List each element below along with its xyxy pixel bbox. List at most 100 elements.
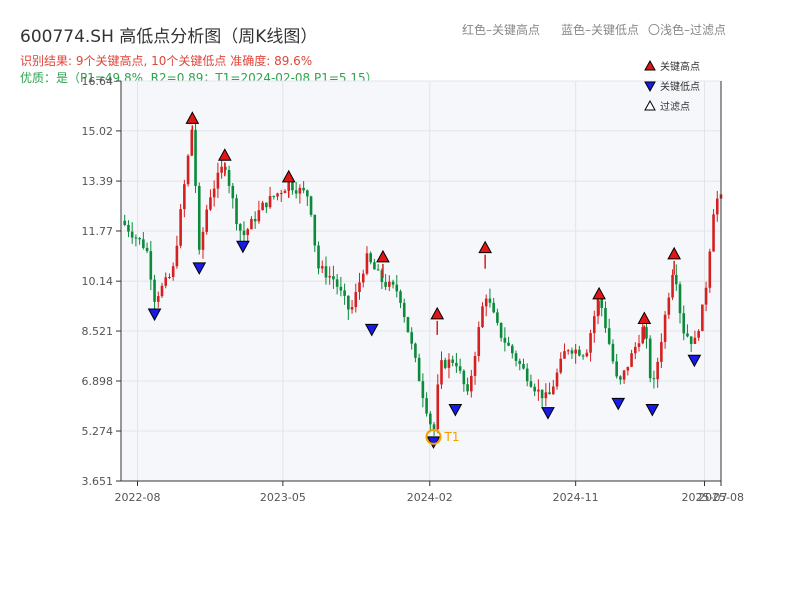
candle-body	[570, 350, 574, 354]
candle-body	[153, 279, 156, 302]
candle-body	[253, 218, 257, 222]
candle-body	[660, 341, 663, 362]
candle-body	[350, 307, 354, 310]
candle-body	[197, 185, 201, 250]
candle-body	[347, 295, 350, 310]
candle-body	[227, 169, 231, 186]
candle-body	[272, 196, 276, 198]
y-tick-label: 6.898	[82, 375, 114, 388]
candle-body	[231, 185, 235, 199]
candlestick-chart: T1 3.651 5.274 6.898 8.521 10.14 11.77 13.39 15…	[82, 59, 744, 504]
candle-body	[432, 424, 436, 430]
candle-body	[216, 172, 220, 189]
candle-body	[291, 182, 294, 191]
candle-body	[429, 413, 432, 425]
candle-body	[559, 358, 563, 373]
x-tick-label: 2024-02	[407, 491, 453, 504]
candle-body	[458, 366, 462, 371]
candle-body	[261, 202, 264, 211]
candle-body	[238, 224, 242, 231]
x-tick-label: 2025-08	[698, 491, 744, 504]
candle-body	[626, 366, 630, 371]
candle-body	[220, 166, 223, 173]
candle-body	[689, 336, 693, 344]
candle-body	[451, 359, 454, 363]
candle-body	[585, 352, 589, 357]
candle-body	[127, 224, 130, 232]
candle-body	[686, 333, 689, 337]
candle-body	[171, 266, 175, 278]
candle-body	[235, 198, 238, 225]
candle-body	[399, 291, 402, 303]
candle-body	[715, 198, 719, 215]
candle-body	[369, 253, 372, 263]
candle-body	[425, 398, 428, 414]
candle-body	[607, 328, 611, 344]
y-tick-label: 11.77	[82, 225, 114, 238]
candle-body	[511, 345, 514, 354]
candle-body	[324, 266, 328, 278]
candle-body	[540, 389, 544, 399]
candle-body	[477, 327, 481, 356]
candle-body	[388, 281, 391, 287]
candle-body	[604, 307, 607, 329]
candle-body	[361, 273, 365, 283]
candle-body	[615, 361, 618, 377]
candle-body	[704, 287, 708, 305]
candle-body	[384, 282, 387, 287]
candle-body	[447, 359, 451, 368]
candle-body	[410, 332, 413, 344]
candle-body	[470, 375, 473, 392]
y-tick-label: 3.651	[82, 475, 114, 488]
candle-body	[339, 286, 343, 291]
candle-body	[671, 274, 674, 298]
candle-body	[313, 214, 317, 246]
candle-body	[134, 237, 138, 239]
candle-body	[354, 292, 358, 308]
candle-body	[499, 322, 503, 338]
candle-body	[443, 360, 447, 368]
candle-body	[578, 349, 581, 356]
candle-body	[537, 389, 540, 392]
candle-body	[395, 284, 399, 292]
legend-marker-0	[644, 59, 656, 71]
candle-body	[358, 282, 361, 293]
candle-body	[138, 237, 141, 240]
candle-body	[637, 343, 641, 347]
candle-body	[514, 353, 518, 361]
candle-body	[149, 251, 153, 280]
candle-body	[563, 351, 566, 359]
candle-body	[246, 229, 250, 236]
candle-body	[268, 196, 272, 208]
candle-body	[250, 218, 253, 230]
candle-body	[209, 197, 212, 210]
candle-body	[525, 368, 529, 382]
candle-body	[417, 357, 421, 382]
candle-body	[212, 188, 216, 198]
candle-body	[376, 269, 380, 271]
candle-body	[652, 378, 656, 380]
candle-body	[186, 155, 190, 185]
candle-body	[674, 274, 678, 285]
candle-body	[492, 302, 495, 313]
x-tick-label: 2023-05	[260, 491, 306, 504]
candle-body	[242, 230, 246, 236]
candle-body	[320, 266, 324, 269]
candle-body	[205, 209, 209, 232]
candle-body	[283, 190, 287, 194]
candle-body	[551, 386, 555, 395]
candle-body	[145, 247, 149, 252]
candle-body	[503, 337, 507, 343]
candle-body	[365, 253, 369, 274]
candle-body	[682, 313, 686, 334]
candle-body	[294, 190, 298, 194]
candle-body	[160, 285, 164, 297]
candle-body	[712, 214, 715, 252]
candle-body	[697, 331, 700, 338]
candle-body	[156, 296, 160, 302]
legend-label-0: 关键高点	[660, 60, 700, 73]
candle-body	[611, 343, 615, 362]
legend-label-1: 关键低点	[660, 80, 700, 93]
candle-body	[488, 298, 492, 303]
candle-body	[309, 196, 313, 215]
